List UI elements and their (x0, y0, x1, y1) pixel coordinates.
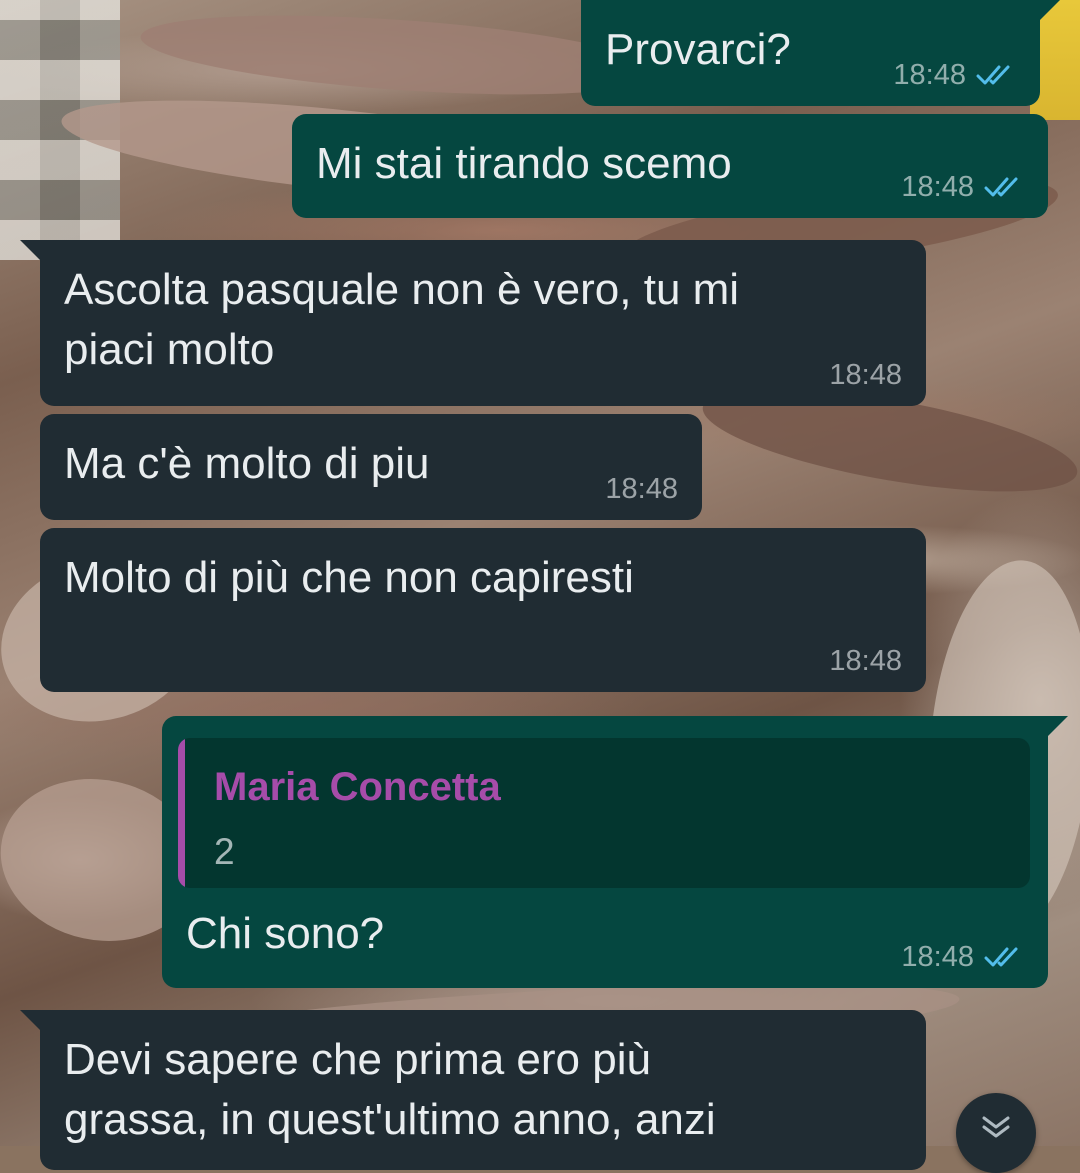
message-meta: 18:48 (893, 58, 1016, 92)
message-meta: 18:48 (829, 358, 902, 392)
message-bubble-outgoing[interactable]: Provarci? 18:48 (581, 0, 1060, 106)
message-time: 18:48 (901, 171, 974, 203)
quoted-message[interactable]: Maria Concetta 2 (178, 738, 1030, 888)
message-bubble-outgoing-reply[interactable]: Maria Concetta 2 Chi sono? 18:48 (162, 716, 1068, 988)
message-text-line: piaci molto (64, 325, 275, 374)
message-text-line: grassa, in quest'ultimo anno, anzi (64, 1095, 716, 1144)
message-time: 18:48 (901, 941, 974, 973)
message-meta: 18:48 (605, 472, 678, 506)
quote-author: Maria Concetta (214, 765, 501, 809)
message-meta: 18:48 (901, 170, 1024, 204)
quote-text: 2 (214, 831, 235, 872)
double-chevron-down-icon (982, 1116, 1010, 1138)
message-time: 18:48 (893, 59, 966, 91)
message-text: Ma c'è molto di piu (64, 439, 430, 488)
message-text: Mi stai tirando scemo (316, 139, 732, 188)
message-bubble-incoming[interactable]: Ascolta pasquale non è vero, tu mi piaci… (20, 240, 926, 406)
message-text: Molto di più che non capiresti (64, 553, 634, 602)
message-meta: 18:48 (829, 644, 902, 678)
double-check-read-icon (976, 65, 1010, 85)
message-bubble-incoming[interactable]: Devi sapere che prima ero più grassa, in… (20, 1010, 926, 1170)
message-time: 18:48 (829, 645, 902, 677)
message-text-line: Devi sapere che prima ero più (64, 1035, 651, 1084)
message-bubble-outgoing[interactable]: Mi stai tirando scemo 18:48 (292, 114, 1048, 218)
message-bubble-incoming[interactable]: Molto di più che non capiresti 18:48 (40, 528, 926, 692)
scroll-to-bottom-button[interactable] (956, 1093, 1036, 1173)
message-time: 18:48 (829, 359, 902, 391)
message-text: Chi sono? (186, 909, 385, 958)
message-meta: 18:48 (901, 940, 1024, 974)
message-time: 18:48 (605, 473, 678, 505)
double-check-read-icon (984, 177, 1018, 197)
message-text-line: Ascolta pasquale non è vero, tu mi (64, 265, 740, 314)
quote-accent-bar (178, 738, 185, 888)
double-check-read-icon (984, 947, 1018, 967)
message-bubble-incoming[interactable]: Ma c'è molto di piu 18:48 (40, 414, 702, 520)
message-text: Provarci? (605, 25, 791, 74)
